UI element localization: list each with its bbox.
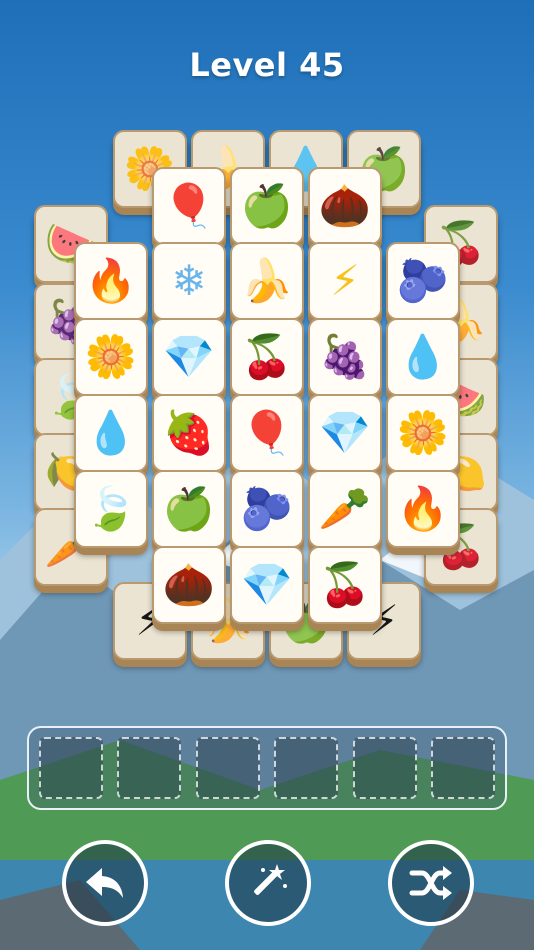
tile-glyph: 🌼	[396, 408, 450, 457]
tile-glyph: 💎	[162, 332, 216, 381]
tile-glyph: 🔥	[84, 256, 138, 305]
tile-glyph: 💧	[396, 332, 450, 381]
tray-slot	[352, 737, 417, 799]
tile[interactable]: 🔥	[74, 242, 148, 320]
tile[interactable]: 🔥	[386, 470, 460, 548]
tile[interactable]: ⚡	[308, 242, 382, 320]
tile[interactable]: 💎	[152, 318, 226, 396]
undo-arrow-icon	[86, 868, 123, 898]
shuffle-button[interactable]	[388, 840, 474, 926]
tile[interactable]: 🍓	[152, 394, 226, 472]
undo-button[interactable]	[62, 840, 148, 926]
tile[interactable]: 🌼	[386, 394, 460, 472]
tray-slot	[274, 737, 339, 799]
tile-tray	[27, 726, 507, 810]
tile[interactable]: 💧	[386, 318, 460, 396]
tile[interactable]: 🍇	[308, 318, 382, 396]
tile[interactable]: 🎈	[152, 167, 226, 245]
tile-glyph: 🍓	[162, 408, 216, 457]
tile[interactable]: 🍒	[308, 546, 382, 624]
tile-glyph: 🌰	[318, 181, 372, 230]
tile[interactable]: 🎈	[230, 394, 304, 472]
tile[interactable]: 🫐	[386, 242, 460, 320]
tile[interactable]: 🍏	[152, 470, 226, 548]
magic-wand-button[interactable]	[225, 840, 311, 926]
tray-slot	[430, 737, 495, 799]
tile-glyph: ❄	[171, 256, 207, 305]
tile[interactable]: 🍌	[230, 242, 304, 320]
tray-slot	[195, 737, 260, 799]
tile-glyph: 🍃	[84, 484, 138, 533]
tile[interactable]: 🌼	[74, 318, 148, 396]
tray-slot	[117, 737, 182, 799]
tile-glyph: 🍌	[240, 256, 294, 305]
tile-glyph: 💧	[84, 408, 138, 457]
tile[interactable]: 💎	[230, 546, 304, 624]
tile[interactable]: 💎	[308, 394, 382, 472]
tile-glyph: 💎	[240, 560, 294, 609]
tile-glyph: 🍒	[240, 332, 294, 381]
tile[interactable]: 🥕	[308, 470, 382, 548]
tile-glyph: 💎	[318, 408, 372, 457]
tile[interactable]: 🫐	[230, 470, 304, 548]
tile[interactable]: 🍏	[230, 167, 304, 245]
tile-glyph: 🌰	[162, 560, 216, 609]
tile-glyph: 🍏	[162, 484, 216, 533]
tile[interactable]: 💧	[74, 394, 148, 472]
shuffle-icon	[409, 866, 452, 900]
tile-glyph: 🍇	[318, 332, 372, 381]
tile-glyph: 🌼	[84, 332, 138, 381]
tile-glyph: ⚡	[330, 256, 360, 305]
tile[interactable]: 🍃	[74, 470, 148, 548]
tile-glyph: 🥕	[318, 484, 372, 533]
tile-glyph: 🎈	[162, 181, 216, 230]
tile-glyph: 🔥	[396, 484, 450, 533]
tile[interactable]: ❄	[152, 242, 226, 320]
tile[interactable]: 🌰	[308, 167, 382, 245]
tray-slot	[39, 737, 103, 799]
tile-glyph: 🍏	[240, 181, 294, 230]
magic-wand-icon	[254, 864, 287, 895]
tile-glyph: 🍒	[318, 560, 372, 609]
tile[interactable]: 🍒	[230, 318, 304, 396]
tile[interactable]: 🌰	[152, 546, 226, 624]
tile-glyph: 🫐	[396, 256, 450, 305]
tile-glyph: 🫐	[240, 484, 294, 533]
tile-glyph: 🎈	[240, 408, 294, 457]
